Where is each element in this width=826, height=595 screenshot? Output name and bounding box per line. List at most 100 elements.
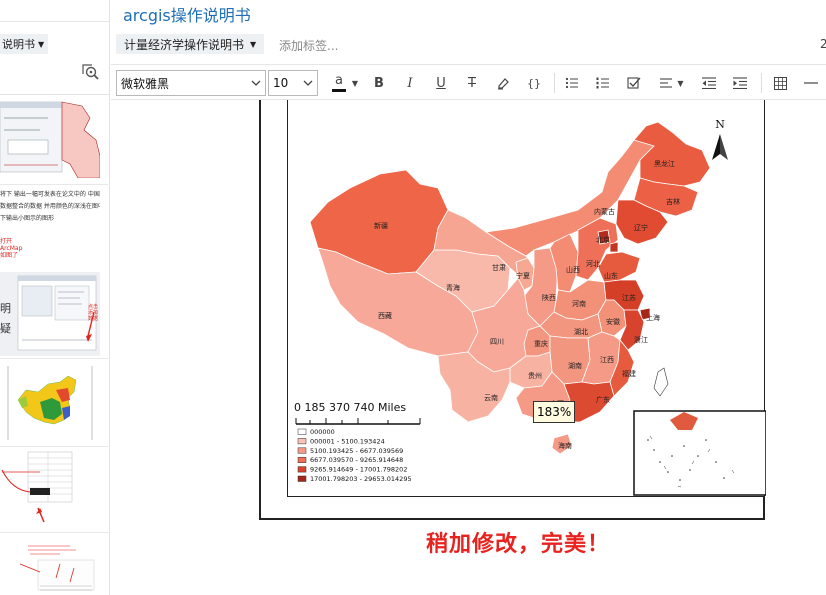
label-heilongjiang: 黑龙江 — [654, 159, 675, 168]
thumbnail-text-line: 下输出小图示的图形 — [0, 215, 55, 222]
legend-swatch — [297, 475, 307, 482]
legend-swatch — [297, 438, 307, 445]
underline-button[interactable]: U — [430, 71, 452, 95]
map-legend: 000000000001 - 5100.193424 5100.193425 - … — [297, 428, 412, 483]
align-left-icon[interactable]: ▼ — [656, 71, 688, 95]
thumbnail-text-line: 将下 输出一幅可发表在论文中的 中国地 — [0, 191, 100, 198]
legend-label: 6677.039570 - 9265.914648 — [310, 456, 403, 464]
highlighter-icon[interactable] — [492, 71, 514, 95]
search-bar — [0, 0, 109, 22]
note-thumbnail[interactable] — [0, 538, 100, 595]
note-app: 说明书 ▼ 将下 输出一幅可发表在论文中的 中国地 数据整合的数据 并用颜色的深… — [0, 0, 826, 595]
label-ningxia: 宁夏 — [516, 271, 530, 280]
label-qinghai: 青海 — [446, 283, 460, 292]
legend-label: 000000 — [310, 428, 335, 436]
label-shanghai: 上海 — [646, 313, 660, 322]
font-family-select[interactable]: 微软雅黑 — [116, 70, 266, 96]
legend-swatch — [297, 466, 307, 473]
north-label: N — [715, 118, 725, 131]
label-neimenggu: 内蒙古 — [594, 207, 615, 216]
bold-button[interactable]: B — [368, 71, 390, 95]
chevron-down-icon: ▼ — [38, 39, 45, 49]
font-size-select[interactable]: 10 — [268, 70, 318, 96]
thumbnail-text-line: 数据整合的数据 并用颜色的深浅在图中 — [0, 203, 100, 210]
note-title[interactable]: arcgis操作说明书 — [123, 2, 251, 26]
zoom-tooltip: 183% — [533, 401, 576, 423]
text-color-button[interactable]: a ▼ — [327, 71, 363, 95]
chevron-down-icon: ▼ — [351, 78, 359, 88]
legend-swatch — [297, 428, 307, 435]
indent-icon[interactable] — [729, 71, 751, 95]
numbered-list-icon[interactable] — [592, 71, 614, 95]
checkbox-list-icon[interactable] — [623, 71, 645, 95]
north-arrow-icon: N — [712, 118, 728, 160]
label-anhui: 安徽 — [606, 317, 620, 326]
italic-button[interactable]: I — [399, 71, 421, 95]
thumbnail-red-note: 打开ArcMap 如图了 — [0, 238, 23, 259]
thumbnail-red-note: 点击添加数据 — [88, 304, 99, 322]
caption-text: 稍加修改，完美！ — [426, 532, 611, 557]
notebook-selector[interactable]: 说明书 ▼ — [0, 34, 48, 54]
label-hebei: 河北 — [586, 260, 600, 268]
label-shandong: 山东 — [604, 271, 618, 280]
province-tianjin — [609, 241, 619, 253]
label-jiangsu: 江苏 — [622, 293, 636, 302]
notebook-tag-selector[interactable]: 计量经济学操作说明书 ▼ — [116, 34, 265, 54]
locate-note-icon[interactable] — [80, 61, 100, 81]
scale-text: 0 185 370 740 Miles — [294, 401, 406, 414]
label-zhejiang: 浙江 — [634, 335, 648, 344]
label-xizang: 西藏 — [378, 311, 392, 320]
code-button[interactable]: {} — [523, 71, 545, 95]
map-figure[interactable]: 黑龙江 吉林 辽宁 内蒙古 新疆 西藏 青海 甘肃 宁夏 陕西 山西 河北 北京… — [287, 100, 767, 497]
south-china-sea-inset — [633, 410, 767, 496]
outdent-icon[interactable] — [698, 71, 720, 95]
notebook-tag-label: 计量经济学操作说明书 — [124, 37, 245, 52]
province-taiwan — [653, 367, 669, 397]
legend-label: 17001.798203 - 29653.014295 — [310, 475, 412, 483]
horizontal-rule-icon[interactable] — [800, 71, 822, 95]
add-tag-input[interactable]: 添加标签... — [279, 37, 338, 54]
header-right-text: 2 — [820, 37, 826, 51]
chevron-down-icon — [251, 80, 261, 86]
label-hunan: 湖南 — [568, 361, 582, 370]
table-icon[interactable] — [769, 71, 791, 95]
map-figure-frame: 黑龙江 吉林 辽宁 内蒙古 新疆 西藏 青海 甘肃 宁夏 陕西 山西 河北 北京… — [259, 100, 767, 520]
note-thumbnail[interactable] — [0, 100, 100, 178]
bullet-list-icon[interactable] — [561, 71, 583, 95]
legend-swatch — [297, 447, 307, 454]
label-jiangxi: 江西 — [600, 356, 614, 364]
label-gansu: 甘肃 — [492, 263, 506, 272]
label-hainan: 海南 — [558, 441, 572, 450]
label-beijing: 北京 — [596, 235, 610, 244]
thumbnail-side-char: 疑 — [0, 322, 11, 335]
label-liaoning: 辽宁 — [634, 223, 648, 232]
search-input[interactable] — [0, 0, 109, 21]
chevron-down-icon — [303, 80, 313, 86]
legend-label: 9265.914649 - 17001.798202 — [310, 466, 407, 474]
note-thumbnail[interactable] — [0, 450, 100, 530]
note-thumbnail[interactable]: 将下 输出一幅可发表在论文中的 中国地 数据整合的数据 并用颜色的深浅在图中 下… — [0, 188, 100, 268]
label-sichuan: 四川 — [490, 338, 504, 346]
scale-bar: 0 185 370 740 Miles — [294, 401, 421, 425]
notebook-selector-label: 说明书 — [2, 38, 35, 51]
legend-label: 5100.193425 - 6677.039569 — [310, 447, 403, 455]
note-thumbnail[interactable] — [0, 362, 100, 442]
note-editor[interactable]: 黑龙江 吉林 辽宁 内蒙古 新疆 西藏 青海 甘肃 宁夏 陕西 山西 河北 北京… — [111, 100, 826, 595]
label-shanxi: 山西 — [566, 265, 580, 274]
note-list-panel: 说明书 ▼ 将下 输出一幅可发表在论文中的 中国地 数据整合的数据 并用颜色的深… — [0, 0, 110, 595]
label-guizhou: 贵州 — [528, 371, 542, 380]
label-guangdong: 广东 — [596, 395, 610, 404]
label-yunnan: 云南 — [484, 393, 498, 402]
label-chongqing: 重庆 — [534, 339, 548, 348]
note-thumbnail[interactable]: 明 疑 点击添加数据 — [0, 272, 100, 356]
font-family-value: 微软雅黑 — [121, 76, 170, 91]
legend-label: 000001 - 5100.193424 — [310, 437, 385, 445]
label-shaanxi: 陕西 — [542, 293, 556, 302]
chevron-down-icon: ▼ — [250, 39, 257, 49]
strikethrough-button[interactable]: T — [461, 71, 483, 95]
legend-swatch — [297, 456, 307, 463]
label-hubei: 湖北 — [574, 327, 588, 336]
label-jilin: 吉林 — [666, 197, 680, 206]
text-color-label: a — [334, 72, 343, 88]
label-fujian: 福建 — [622, 369, 636, 378]
